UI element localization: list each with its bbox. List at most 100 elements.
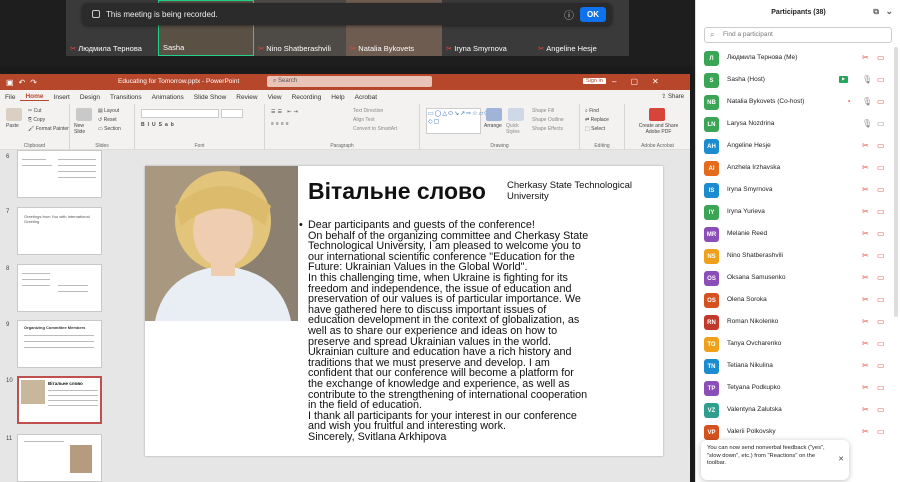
font-name-box[interactable] (141, 109, 219, 118)
participant-row[interactable]: AH Angeline Hesje ✂ ▭ (696, 135, 894, 157)
share-button[interactable]: ⇪ Share (661, 93, 684, 100)
participant-row[interactable]: TO Tanya Ovcharenko ✂ ▭ (696, 333, 894, 355)
tab-help[interactable]: Help (326, 94, 349, 101)
video-off-icon[interactable]: ▭ (877, 251, 885, 260)
muted-mic-icon[interactable]: ✂ (862, 229, 869, 238)
muted-mic-icon[interactable]: ✂ (862, 317, 869, 326)
participant-row[interactable]: LN Larysa Nozdrina 🎙 ▭ (696, 113, 894, 135)
scrollbar[interactable] (894, 47, 898, 317)
participant-row[interactable]: RN Roman Nikolenko ✂ ▭ (696, 311, 894, 333)
paste-button[interactable]: Paste (6, 123, 19, 129)
tab-review[interactable]: Review (231, 94, 262, 101)
slide-title[interactable]: Вітальне слово (308, 178, 486, 205)
video-off-icon[interactable]: ▭ (877, 427, 885, 436)
video-on-icon[interactable]: ▭ (877, 119, 885, 128)
shape-fill-button[interactable]: Shape Fill (532, 108, 554, 114)
muted-mic-icon[interactable]: ✂ (862, 185, 869, 194)
video-off-icon[interactable]: ▭ (877, 185, 885, 194)
tab-slide-show[interactable]: Slide Show (189, 94, 232, 101)
align-text-button[interactable]: Align Text (353, 117, 375, 123)
muted-mic-icon[interactable]: ✂ (862, 141, 869, 150)
participant-row[interactable]: TP Tetyana Podkupko ✂ ▭ (696, 377, 894, 399)
popout-icon[interactable]: ⧉ (873, 7, 879, 17)
participant-row[interactable]: MR Melanie Reed ✂ ▭ (696, 223, 894, 245)
participant-row[interactable]: NB Natalia Bykovets (Co-host) ◔ 🎙 ▭ (696, 91, 894, 113)
slide-body-text[interactable]: • Dear participants and guests of the co… (299, 220, 658, 442)
slide-subtitle[interactable]: Cherkasy State Technological University (507, 180, 657, 202)
video-off-icon[interactable]: ▭ (877, 405, 885, 414)
thumb-slide-6[interactable] (17, 150, 102, 198)
video-off-icon[interactable]: ▭ (877, 141, 885, 150)
convert-smartart-button[interactable]: Convert to SmartArt (353, 126, 397, 132)
adobe-pdf-icon[interactable] (649, 108, 665, 121)
participant-row[interactable]: VZ Valentyna Zalutska ✂ ▭ (696, 399, 894, 421)
muted-mic-icon[interactable]: ✂ (862, 53, 869, 62)
participant-row[interactable]: OS Oksana Samusenko ✂ ▭ (696, 267, 894, 289)
quick-styles-icon[interactable] (508, 108, 524, 121)
section-button[interactable]: ▭ Section (98, 126, 121, 132)
video-off-icon[interactable]: ▭ (877, 339, 885, 348)
thumb-slide-9[interactable]: Organizing Committee Members (17, 320, 102, 368)
shapes-gallery[interactable]: ▭◯△⬭↘↗⇨☆▱⬠{}◇▢ (426, 108, 495, 134)
search-box[interactable]: ⌕ Search (267, 76, 432, 87)
align-icons[interactable]: ≡≡≡≡ (271, 121, 291, 127)
quick-access-icons[interactable]: ▣↶↷ (6, 78, 42, 87)
arrange-button[interactable]: Arrange (484, 123, 502, 129)
thumb-slide-7[interactable]: Greetings from You with International Gr… (17, 207, 102, 255)
muted-mic-icon[interactable]: ✂ (862, 383, 869, 392)
mic-icon[interactable]: 🎙 (862, 75, 872, 84)
video-icon[interactable]: ◔ (846, 97, 851, 106)
muted-mic-icon[interactable]: ✂ (862, 295, 869, 304)
video-off-icon[interactable]: ▭ (877, 273, 885, 282)
find-button[interactable]: ⌕ Find (585, 108, 599, 114)
tab-acrobat[interactable]: Acrobat (350, 94, 382, 101)
tab-animations[interactable]: Animations (147, 94, 189, 101)
copy-button[interactable]: ⎘ Copy (28, 117, 45, 123)
font-size-box[interactable] (221, 109, 243, 118)
new-slide-icon[interactable] (76, 108, 92, 121)
ok-button[interactable]: OK (580, 6, 606, 22)
muted-mic-icon[interactable]: ✂ (862, 273, 869, 282)
speaker-photo[interactable] (145, 166, 298, 321)
thumb-slide-8[interactable] (17, 264, 102, 312)
muted-mic-icon[interactable]: ✂ (862, 361, 869, 370)
font-format-icons[interactable]: BIUSab (141, 122, 177, 128)
shape-effects-button[interactable]: Shape Effects (532, 126, 563, 132)
paste-icon[interactable] (6, 108, 22, 121)
video-off-icon[interactable]: ▭ (877, 163, 885, 172)
tab-file[interactable]: File (0, 94, 20, 101)
new-slide-button[interactable]: New Slide (74, 123, 94, 135)
muted-mic-icon[interactable]: ✂ (862, 251, 869, 260)
tab-transitions[interactable]: Transitions (105, 94, 147, 101)
thumb-slide-11[interactable] (17, 434, 102, 482)
muted-mic-icon[interactable]: ✂ (862, 163, 869, 172)
participant-row[interactable]: AI Anzhela Irzhavska ✂ ▭ (696, 157, 894, 179)
current-slide[interactable]: Вітальне слово Cherkasy State Technologi… (145, 166, 663, 456)
participant-row[interactable]: TN Tetiana Nikulina ✂ ▭ (696, 355, 894, 377)
video-off-icon[interactable]: ▭ (877, 53, 885, 62)
tab-home[interactable]: Home (20, 93, 49, 101)
participant-row[interactable]: S Sasha (Host) ▶ 🎙 ▭ (696, 69, 894, 91)
tab-recording[interactable]: Recording (287, 94, 327, 101)
video-off-icon[interactable]: ▭ (877, 97, 885, 106)
video-off-icon[interactable]: ▭ (877, 383, 885, 392)
list-icons[interactable]: ☰☰ ⇤⇥ (271, 109, 300, 115)
cut-button[interactable]: ✂ Cut (28, 108, 41, 114)
participant-row[interactable]: OS Olena Soroka ✂ ▭ (696, 289, 894, 311)
muted-mic-icon[interactable]: ✂ (862, 405, 869, 414)
video-off-icon[interactable]: ▭ (877, 207, 885, 216)
format-painter-button[interactable]: 🖌 Format Painter (28, 126, 69, 132)
close-icon[interactable]: ✕ (838, 456, 844, 464)
layout-button[interactable]: ▤ Layout (98, 108, 119, 114)
tab-view[interactable]: View (263, 94, 287, 101)
mic-icon[interactable]: 🎙 (862, 119, 872, 128)
reset-button[interactable]: ↺ Reset (98, 117, 117, 123)
text-direction-button[interactable]: Text Direction (353, 108, 383, 114)
muted-mic-icon[interactable]: ✂ (862, 339, 869, 348)
muted-mic-icon[interactable]: ✂ (862, 207, 869, 216)
chevron-down-icon[interactable]: ⌄ (885, 6, 893, 17)
create-share-pdf-button[interactable]: Create and Share Adobe PDF (631, 123, 686, 135)
tab-insert[interactable]: Insert (49, 94, 75, 101)
thumb-slide-10-selected[interactable]: Вітальне слово (17, 376, 102, 424)
shape-outline-button[interactable]: Shape Outline (532, 117, 564, 123)
